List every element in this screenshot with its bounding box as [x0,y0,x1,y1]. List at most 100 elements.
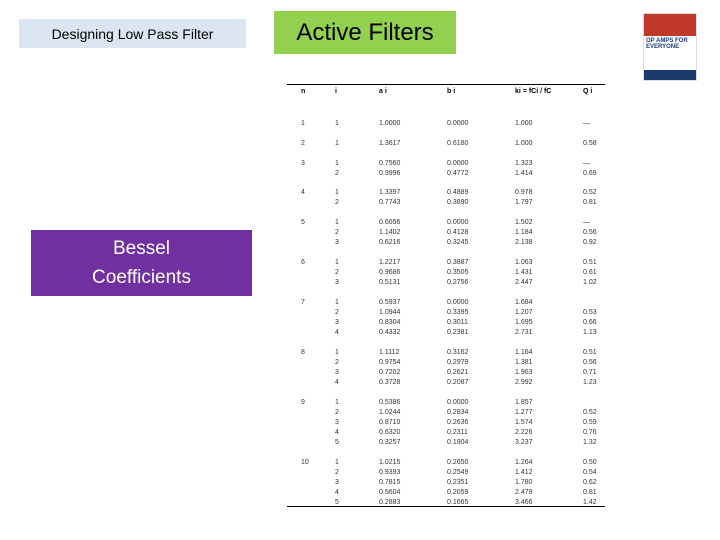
table-row: 4 0.3728 0.2087 2.992 1.23 [287,379,605,389]
table-cell: 1 [335,120,339,127]
table-row: 3 0.7815 0.2351 1.780 0.62 [287,479,605,489]
table-cell: — [583,160,590,167]
table-cell: 0.2834 [447,409,469,416]
table-cell: 0.4772 [447,170,469,177]
bessel-label-line2: Coefficients [92,267,191,288]
order-cell: 1 [301,120,305,127]
table-cell: 1.063 [515,259,533,266]
table-cell: 0.2549 [447,469,469,476]
table-cell: 2.226 [515,429,533,436]
table-row: 3 0.7202 0.2621 1.963 0.71 [287,369,605,379]
table-cell: 1.381 [515,359,533,366]
book-cover-image: OP AMPS FOR EVERYONE [643,13,697,81]
table-cell: 4 [335,429,339,436]
table-cell: 1 [335,140,339,147]
table-cell: 5 [335,499,339,506]
table-cell: 1.3397 [379,189,401,196]
table-cell: 1 [335,399,339,406]
table-cell: — [583,219,590,226]
table-cell: 0.4889 [447,189,469,196]
table-cell: 0.2311 [447,429,468,436]
table-cell: 1.277 [515,409,533,416]
table-cell: 5 [335,439,339,446]
order-cell: 8 [301,349,305,356]
table-cell: 2 [335,229,339,236]
table-cell: 0.56 [583,359,597,366]
column-header: n [301,88,306,95]
slide-title: Active Filters [274,11,456,54]
table-cell: 0.56 [583,229,597,236]
table-cell: 0.59 [583,419,597,426]
table-cell: 0.6656 [379,219,401,226]
table-cell: 1 [335,160,339,167]
table-cell: 2 [335,170,339,177]
table-cell: 1.502 [515,219,533,226]
table-cell: 0.9393 [379,469,401,476]
table-cell: 0.2979 [447,359,469,366]
table-cell: 1 [335,459,339,466]
table-cell: 2 [335,359,339,366]
table-cell: 1.1402 [379,229,401,236]
order-cell: 7 [301,299,305,306]
table-cell: 1.323 [515,160,533,167]
table-cell: 0.5386 [379,399,401,406]
table-cell: 0.81 [583,199,597,206]
table-cell: 0.9686 [379,269,401,276]
table-cell: 2.731 [515,329,533,336]
table-row: 5 0.3257 0.1904 3.237 1.32 [287,439,605,449]
order-cell: 4 [301,189,305,196]
table-cell: 1.431 [515,269,533,276]
table-cell: 2 [335,199,339,206]
table-cell: 0.6216 [379,239,401,246]
table-cell: 1.0244 [379,409,401,416]
table-cell: 0.5604 [379,489,401,496]
table-cell: 0.50 [583,459,597,466]
table-cell: 1.000 [515,120,533,127]
table-cell: 1 [335,219,339,226]
table-cell: 1.1112 [379,349,400,356]
table-cell: 1.797 [515,199,533,206]
table-row: 6 1 1.2217 0.3887 1.063 0.51 [287,259,605,269]
table-cell: 0.5131 [379,279,401,286]
table-cell: 1 [335,299,339,306]
table-cell: 2 [335,309,339,316]
table-row: 2 0.9686 0.3505 1.431 0.61 [287,269,605,279]
table-cell: 1.780 [515,479,533,486]
table-row: 2 1.0944 0.3395 1.207 0.53 [287,309,605,319]
table-cell: 0.52 [583,189,597,196]
table-cell: 0.6180 [447,140,469,147]
table-cell: 1.264 [515,459,533,466]
table-row: 7 1 0.5937 0.0000 1.684 [287,299,605,309]
table-cell: 3.466 [515,499,533,506]
table-row: 2 0.7743 0.3890 1.797 0.81 [287,199,605,209]
table-cell: 2.479 [515,489,533,496]
table-cell: 4 [335,379,339,386]
table-cell: 0.51 [583,259,597,266]
table-cell: 0.53 [583,309,597,316]
table-cell: 1.13 [583,329,597,336]
table-cell: 3.237 [515,439,533,446]
table-row: 8 1 1.1112 0.3162 1.164 0.51 [287,349,605,359]
table-row: 2 0.9393 0.2549 1.412 0.54 [287,469,605,479]
order-cell: 10 [301,459,309,466]
table-cell: 0.92 [583,239,597,246]
table-cell: 0.2087 [447,379,469,386]
table-row: 2 1.1402 0.4128 1.184 0.56 [287,229,605,239]
table-cell: 0.0000 [447,399,469,406]
table-row: 3 1 0.7560 0.0000 1.323 — [287,160,605,170]
table-cell: 0.2883 [379,499,401,506]
table-cell: 0.1904 [447,439,469,446]
table-cell: 0.3011 [447,319,468,326]
table-row: 3 0.8710 0.2636 1.574 0.59 [287,419,605,429]
table-cell: 0.2756 [447,279,469,286]
table-cell: 1.684 [515,299,533,306]
column-header: ki = fCi / fC [515,88,552,95]
table-cell: 0.6320 [379,429,401,436]
table-row: 3 0.6216 0.3245 2.138 0.92 [287,239,605,249]
table-cell: 4 [335,489,339,496]
table-cell: 3 [335,419,339,426]
table-cell: 0.62 [583,479,597,486]
table-cell: 2 [335,469,339,476]
table-cell: 0.5937 [379,299,401,306]
table-cell: 0.7815 [379,479,401,486]
